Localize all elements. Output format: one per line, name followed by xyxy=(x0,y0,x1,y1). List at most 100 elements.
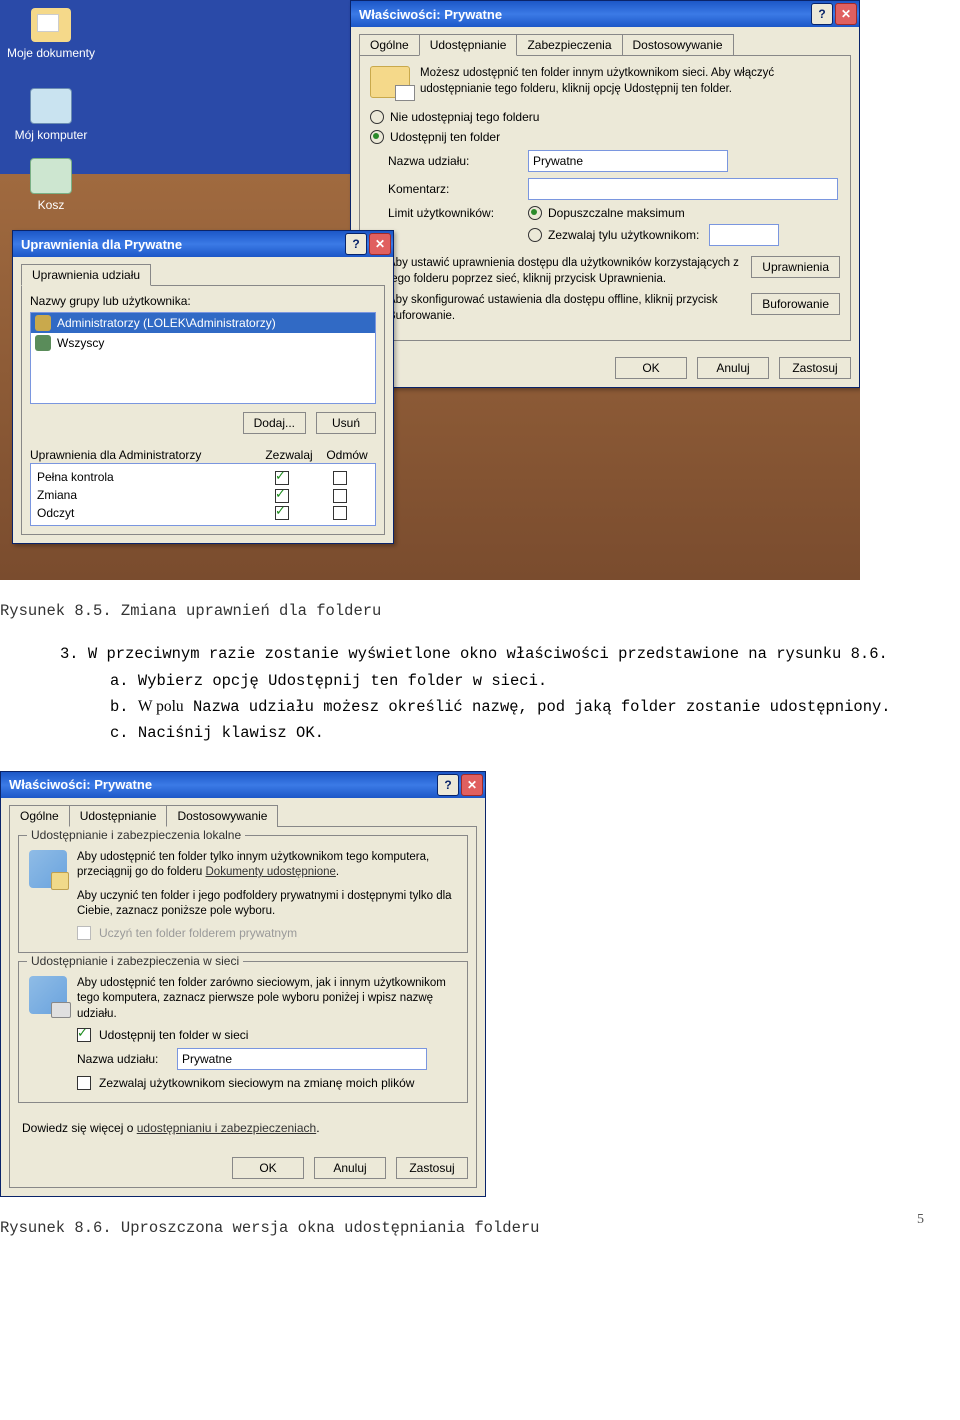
desktop-icon-documents[interactable]: Moje dokumenty xyxy=(6,8,96,60)
perms-for-label: Uprawnienia dla Administratorzy xyxy=(30,448,260,462)
deny-checkbox[interactable] xyxy=(333,506,347,520)
tab-sharing[interactable]: Udostępnianie xyxy=(419,34,518,56)
screenshot-desktop-dialogs: Moje dokumenty Mój komputer Kosz Właściw… xyxy=(0,0,860,580)
radio-label: Zezwalaj tylu użytkownikom: xyxy=(548,228,699,242)
limit-label: Limit użytkowników: xyxy=(388,206,528,220)
radio-limit-max[interactable]: Dopuszczalne maksimum xyxy=(528,206,840,220)
tab-security[interactable]: Zabezpieczenia xyxy=(516,34,622,56)
deny-checkbox[interactable] xyxy=(333,471,347,485)
cancel-button[interactable]: Anuluj xyxy=(314,1157,386,1179)
names-label: Nazwy grupy lub użytkownika: xyxy=(30,294,376,308)
tab-customize[interactable]: Dostosowywanie xyxy=(622,34,734,56)
radio-label: Nie udostępniaj tego folderu xyxy=(390,110,539,124)
share-name-input[interactable] xyxy=(528,150,728,172)
caching-button[interactable]: Buforowanie xyxy=(751,293,840,315)
add-button[interactable]: Dodaj... xyxy=(243,412,306,434)
help-button[interactable]: ? xyxy=(345,233,367,255)
tab-customize[interactable]: Dostosowywanie xyxy=(166,805,278,827)
close-button[interactable]: ✕ xyxy=(461,774,483,796)
close-button[interactable]: ✕ xyxy=(369,233,391,255)
allow-checkbox[interactable] xyxy=(275,471,289,485)
titlebar[interactable]: Właściwości: Prywatne ? ✕ xyxy=(351,1,859,27)
allow-checkbox[interactable] xyxy=(275,489,289,503)
radio-icon xyxy=(370,110,384,124)
radio-icon xyxy=(370,130,384,144)
comment-label: Komentarz: xyxy=(388,182,528,196)
titlebar[interactable]: Właściwości: Prywatne ? ✕ xyxy=(1,772,485,798)
share-network-row[interactable]: Udostępnij ten folder w sieci xyxy=(77,1028,457,1042)
share-name-input[interactable] xyxy=(177,1048,427,1070)
radio-share-row[interactable]: Udostępnij ten folder xyxy=(370,130,840,144)
col-deny: Odmów xyxy=(318,448,376,462)
window-title: Właściwości: Prywatne xyxy=(9,777,152,792)
radio-label: Udostępnij ten folder xyxy=(390,130,500,144)
allow-change-checkbox[interactable] xyxy=(77,1076,91,1090)
permissions-button[interactable]: Uprawnienia xyxy=(751,256,840,278)
radio-icon xyxy=(528,206,542,220)
list-item[interactable]: Wszyscy xyxy=(31,333,375,353)
share-name-label: Nazwa udziału: xyxy=(77,1052,177,1066)
users-listbox[interactable]: Administratorzy (LOLEK\Administratorzy) … xyxy=(30,312,376,404)
tab-general[interactable]: Ogólne xyxy=(9,805,70,827)
g1-text: Aby udostępnić ten folder tylko innym uż… xyxy=(77,850,457,920)
tab-strip: Uprawnienia udziału xyxy=(13,257,393,285)
ok-button[interactable]: OK xyxy=(232,1157,304,1179)
list-item-label: Wszyscy xyxy=(57,336,104,350)
tab-share-perm[interactable]: Uprawnienia udziału xyxy=(21,264,151,286)
screenshot-simple-sharing: Właściwości: Prywatne ? ✕ Ogólne Udostęp… xyxy=(0,771,486,1198)
perm-name: Odczyt xyxy=(37,506,253,520)
icon-label: Moje dokumenty xyxy=(6,46,96,60)
perm-name: Zmiana xyxy=(37,488,253,502)
computer-icon xyxy=(30,88,72,124)
comment-input[interactable] xyxy=(528,178,838,200)
radio-no-share-row[interactable]: Nie udostępniaj tego folderu xyxy=(370,110,840,124)
learn-more: Dowiedz się więcej o udostępnianiu i zab… xyxy=(10,1111,476,1145)
folder-icon xyxy=(31,8,71,42)
desktop-icon-bin[interactable]: Kosz xyxy=(6,158,96,212)
help-button[interactable]: ? xyxy=(437,774,459,796)
perm-row: Zmiana xyxy=(37,486,369,504)
perm-row: Pełna kontrola xyxy=(37,468,369,486)
tab-sharing[interactable]: Udostępnianie xyxy=(69,805,168,827)
share-name-label: Nazwa udziału: xyxy=(388,154,528,168)
cb-label: Zezwalaj użytkownikom sieciowym na zmian… xyxy=(99,1076,414,1090)
bin-icon xyxy=(30,158,72,194)
tab-general[interactable]: Ogólne xyxy=(359,34,420,56)
learn-more-link[interactable]: udostępnianiu i zabezpieczeniach xyxy=(137,1121,316,1135)
apply-button[interactable]: Zastosuj xyxy=(396,1157,468,1179)
list-item-label: Administratorzy (LOLEK\Administratorzy) xyxy=(57,316,276,330)
cache-help-text: Aby skonfigurować ustawienia dla dostępu… xyxy=(388,293,751,324)
titlebar[interactable]: Uprawnienia dla Prywatne ? ✕ xyxy=(13,231,393,257)
dialog-buttons: OK Anuluj Zastosuj xyxy=(351,349,859,387)
apply-button[interactable]: Zastosuj xyxy=(779,357,851,379)
tab-body: Nazwy grupy lub użytkownika: Administrat… xyxy=(21,285,385,535)
remove-button[interactable]: Usuń xyxy=(316,412,376,434)
close-button[interactable]: ✕ xyxy=(835,3,857,25)
shared-docs-link[interactable]: Dokumenty udostępnione xyxy=(206,866,336,878)
icon-label: Mój komputer xyxy=(6,128,96,142)
group-local-sharing: Udostępnianie i zabezpieczenia lokalne A… xyxy=(18,835,468,953)
list-item[interactable]: Administratorzy (LOLEK\Administratorzy) xyxy=(31,313,375,333)
limit-input[interactable] xyxy=(709,224,779,246)
radio-icon xyxy=(528,228,542,242)
page-number: 5 xyxy=(917,1212,924,1228)
g2-text: Aby udostępnić ten folder zarówno siecio… xyxy=(77,976,457,1023)
allow-change-row[interactable]: Zezwalaj użytkownikom sieciowym na zmian… xyxy=(77,1076,457,1090)
cancel-button[interactable]: Anuluj xyxy=(697,357,769,379)
step-3c: c. Naciśnij klawisz OK. xyxy=(110,720,960,746)
deny-checkbox[interactable] xyxy=(333,489,347,503)
step-3b: b. W polu Nazwa udziału możesz określić … xyxy=(110,694,960,720)
help-button[interactable]: ? xyxy=(811,3,833,25)
make-private-checkbox xyxy=(77,926,91,940)
allow-checkbox[interactable] xyxy=(275,506,289,520)
radio-limit-n[interactable]: Zezwalaj tylu użytkownikom: xyxy=(528,224,840,246)
share-network-checkbox[interactable] xyxy=(77,1028,91,1042)
properties-dialog: Właściwości: Prywatne ? ✕ Ogólne Udostęp… xyxy=(350,0,860,388)
group-icon xyxy=(35,335,51,351)
desktop-icon-computer[interactable]: Mój komputer xyxy=(6,88,96,142)
perm-row: Odczyt xyxy=(37,504,369,522)
network-share-icon xyxy=(29,976,67,1014)
ok-button[interactable]: OK xyxy=(615,357,687,379)
permissions-dialog: Uprawnienia dla Prywatne ? ✕ Uprawnienia… xyxy=(12,230,394,544)
tab-strip: Ogólne Udostępnianie Zabezpieczenia Dost… xyxy=(351,27,859,55)
